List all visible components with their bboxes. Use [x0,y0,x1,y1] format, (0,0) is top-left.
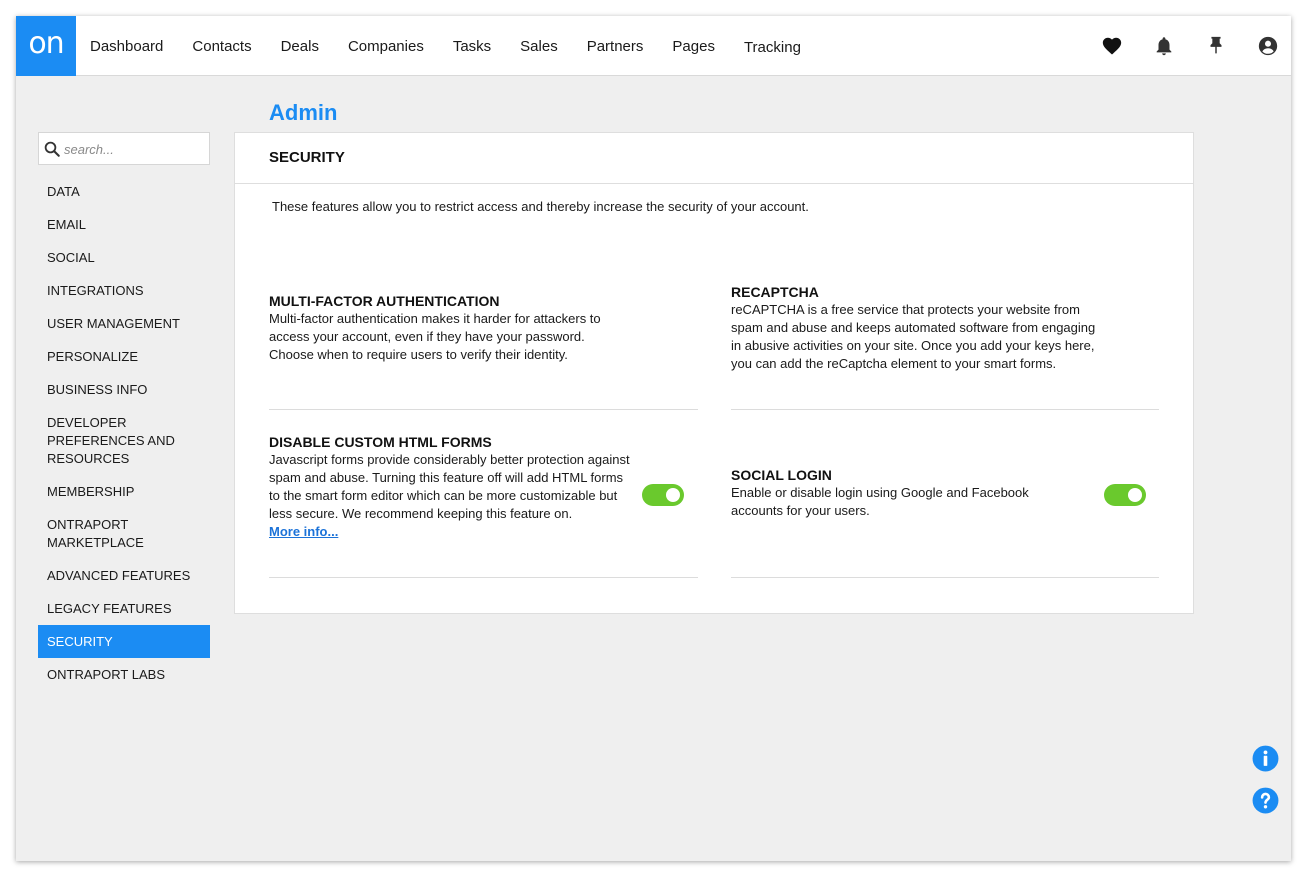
social-login-title: SOCIAL LOGIN [731,467,832,483]
divider [731,577,1159,578]
sidebar-item-advanced-features[interactable]: ADVANCED FEATURES [38,567,210,585]
nav-companies[interactable]: Companies [348,38,424,55]
sidebar-item-email[interactable]: EMAIL [38,216,210,234]
sidebar-item-data[interactable]: DATA [38,183,210,201]
question-icon[interactable] [1252,787,1279,814]
sidebar-item-legacy-features[interactable]: LEGACY FEATURES [38,600,210,618]
heart-icon[interactable] [1101,35,1123,57]
panel-header: SECURITY [235,133,1193,184]
divider [731,409,1159,410]
feature-recaptcha[interactable]: RECAPTCHA reCAPTCHA is a free service th… [731,283,1097,373]
feature-social-login: SOCIAL LOGIN Enable or disable login usi… [731,466,1071,520]
toggle-knob [1128,488,1142,502]
sidebar-item-integrations[interactable]: INTEGRATIONS [38,282,210,300]
nav-sales[interactable]: Sales [520,38,558,55]
app-window: on Dashboard Contacts Deals Companies Ta… [16,16,1291,861]
recaptcha-title: RECAPTCHA [731,284,819,300]
custom-html-toggle[interactable] [642,484,684,506]
sidebar-search[interactable] [38,132,210,165]
ontraport-logo[interactable]: on [16,16,76,76]
divider [269,409,698,410]
nav-pages[interactable]: Pages [672,38,715,55]
pin-icon[interactable] [1205,35,1227,57]
account-icon[interactable] [1257,35,1279,57]
sidebar-item-membership[interactable]: MEMBERSHIP [38,483,210,501]
top-navigation-bar: on Dashboard Contacts Deals Companies Ta… [16,16,1291,76]
info-icon[interactable] [1252,745,1279,772]
search-icon [44,141,60,157]
nav-partners[interactable]: Partners [587,38,644,55]
nav-dashboard[interactable]: Dashboard [90,38,163,55]
nav-tracking[interactable]: Tracking [744,39,801,56]
sidebar-item-personalize[interactable]: PERSONALIZE [38,348,210,366]
divider [269,577,698,578]
page-title: Admin [269,100,338,125]
custom-html-description: Javascript forms provide considerably be… [269,452,630,521]
sidebar-item-developer-preferences[interactable]: DEVELOPER PREFERENCES AND RESOURCES [38,414,188,468]
security-panel: SECURITY These features allow you to res… [234,132,1194,614]
intro-text: These features allow you to restrict acc… [272,199,809,214]
sidebar-item-social[interactable]: SOCIAL [38,249,210,267]
sidebar-item-business-info[interactable]: BUSINESS INFO [38,381,210,399]
nav-contacts[interactable]: Contacts [192,38,251,55]
sidebar-item-ontraport-labs[interactable]: ONTRAPORT LABS [38,666,210,684]
search-input[interactable] [64,137,204,161]
nav-deals[interactable]: Deals [281,38,319,55]
sidebar-item-marketplace[interactable]: ONTRAPORT MARKETPLACE [38,516,148,552]
custom-html-title: DISABLE CUSTOM HTML FORMS [269,434,492,450]
recaptcha-description: reCAPTCHA is a free service that protect… [731,302,1096,371]
mfa-title: MULTI-FACTOR AUTHENTICATION [269,293,500,309]
sidebar-item-user-management[interactable]: USER MANAGEMENT [38,315,210,333]
bell-icon[interactable] [1153,35,1175,57]
sidebar-item-security[interactable]: SECURITY [38,625,210,658]
main-nav: Dashboard Contacts Deals Companies Tasks… [90,16,830,76]
section-title: SECURITY [269,149,345,166]
social-login-toggle[interactable] [1104,484,1146,506]
feature-disable-custom-html-forms: DISABLE CUSTOM HTML FORMS Javascript for… [269,433,631,541]
mfa-description: Multi-factor authentication makes it har… [269,311,601,362]
toggle-knob [666,488,680,502]
feature-mfa[interactable]: MULTI-FACTOR AUTHENTICATION Multi-factor… [269,292,631,364]
nav-tasks[interactable]: Tasks [453,38,491,55]
social-login-description: Enable or disable login using Google and… [731,485,1029,518]
more-info-link[interactable]: More info... [269,523,631,541]
